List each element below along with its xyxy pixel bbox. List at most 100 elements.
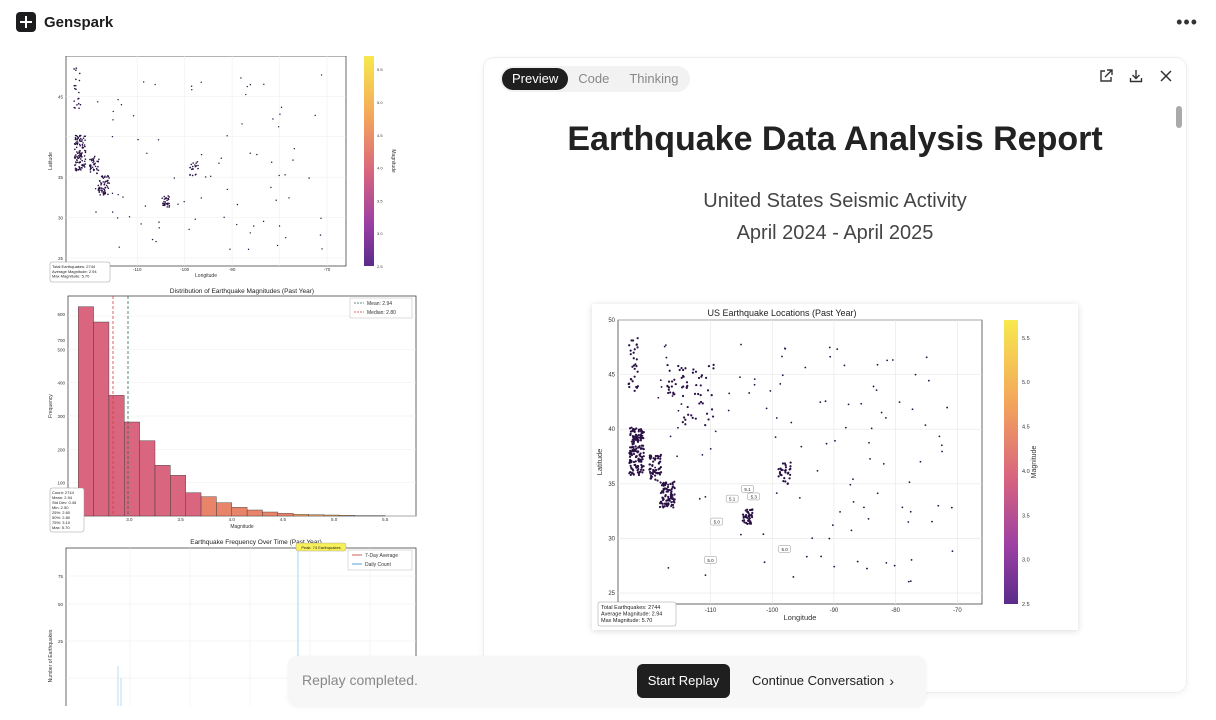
earthquake-point xyxy=(748,508,752,512)
earthquake-point xyxy=(780,468,783,471)
earthquake-point xyxy=(89,165,92,167)
main-map-colorbar-tick: 4.0 xyxy=(1022,469,1030,475)
earthquake-point xyxy=(925,356,928,359)
earthquake-point xyxy=(93,157,95,159)
earthquake-point xyxy=(79,103,82,106)
earthquake-point xyxy=(908,481,911,484)
earthquake-point xyxy=(629,473,632,477)
tab-thinking[interactable]: Thinking xyxy=(619,68,688,90)
earthquake-point xyxy=(262,220,265,223)
earthquake-point xyxy=(779,383,782,385)
earthquake-point xyxy=(106,182,109,184)
earthquake-point xyxy=(631,442,634,446)
earthquake-point xyxy=(694,370,698,373)
earthquake-point xyxy=(800,445,803,448)
earthquake-point xyxy=(669,495,673,498)
earthquake-point xyxy=(92,158,95,161)
main-map-xtick: -100 xyxy=(766,608,779,614)
earthquake-point xyxy=(144,205,147,207)
earthquake-point xyxy=(81,163,84,166)
earthquake-point xyxy=(704,376,708,379)
earthquake-point xyxy=(638,453,641,456)
main-map-annotation: 5.0 xyxy=(781,547,788,552)
earthquake-point xyxy=(780,474,783,477)
earthquake-point xyxy=(320,74,323,76)
open-external-icon[interactable] xyxy=(1098,68,1114,84)
report-date-range: April 2024 - April 2025 xyxy=(736,222,934,244)
earthquake-point xyxy=(746,522,749,525)
earthquake-point xyxy=(76,143,78,146)
earthquake-point xyxy=(924,424,927,427)
app-name: Genspark xyxy=(44,13,114,31)
earthquake-point xyxy=(670,501,673,504)
earthquake-point xyxy=(73,68,75,70)
earthquake-point xyxy=(677,364,680,368)
earthquake-point xyxy=(811,537,814,539)
earthquake-point xyxy=(652,457,655,460)
app-logo[interactable]: Genspark xyxy=(16,12,113,32)
report-scroll-panel[interactable]: Longitude Latitude -110 -100 -90 -70 45 35 30… xyxy=(30,56,436,706)
start-replay-button[interactable]: Start Replay xyxy=(637,664,730,698)
earthquake-point xyxy=(639,428,643,431)
earthquake-point xyxy=(657,396,660,399)
earthquake-point xyxy=(763,561,766,564)
earthquake-point xyxy=(97,184,100,187)
frequency-legend-daily: Daily Count xyxy=(365,562,391,568)
earthquake-point xyxy=(693,392,697,395)
earthquake-point xyxy=(677,426,679,429)
earthquake-point xyxy=(635,436,638,439)
left-map-stat: Max Magnitude: 5.70 xyxy=(52,274,90,279)
earthquake-point xyxy=(789,465,792,468)
earthquake-point xyxy=(819,401,822,403)
earthquake-point xyxy=(710,394,713,397)
earthquake-point xyxy=(659,481,662,484)
histogram-bar xyxy=(200,496,217,517)
download-icon[interactable] xyxy=(1128,68,1144,84)
tab-code[interactable]: Code xyxy=(568,68,619,90)
earthquake-point xyxy=(678,368,681,372)
earthquake-point xyxy=(79,154,82,156)
earthquake-point xyxy=(907,521,910,523)
earthquake-point xyxy=(75,67,78,69)
main-map-xtick: -70 xyxy=(953,608,962,614)
earthquake-point xyxy=(78,107,80,109)
close-icon[interactable] xyxy=(1158,68,1174,84)
earthquake-point xyxy=(852,478,854,481)
earthquake-point xyxy=(637,460,641,463)
earthquake-point xyxy=(630,426,633,429)
main-map-ylabel: Latitude xyxy=(595,449,604,476)
earthquake-point xyxy=(662,491,665,494)
more-options-icon[interactable]: ••• xyxy=(1176,12,1198,33)
chevron-right-icon: › xyxy=(889,673,894,689)
earthquake-point xyxy=(640,463,643,467)
earthquake-point xyxy=(236,203,239,206)
earthquake-point xyxy=(789,467,792,470)
earthquake-point xyxy=(200,153,203,156)
earthquake-point xyxy=(292,159,294,161)
earthquake-point xyxy=(637,457,640,460)
left-map-colorbar-tick: 4.0 xyxy=(377,166,383,171)
earthquake-point xyxy=(750,508,754,511)
earthquake-point xyxy=(285,236,287,239)
main-map-ytick: 30 xyxy=(608,536,615,542)
histogram-bar xyxy=(308,514,325,517)
earthquake-point xyxy=(673,493,676,496)
earthquake-point xyxy=(762,533,765,536)
main-map-ytick: 45 xyxy=(608,373,615,379)
earthquake-point xyxy=(662,482,665,485)
tab-preview[interactable]: Preview xyxy=(502,68,569,90)
earthquake-point xyxy=(674,382,677,386)
earthquake-point xyxy=(876,363,879,366)
earthquake-point xyxy=(635,358,638,361)
earthquake-point xyxy=(704,574,707,577)
earthquake-point xyxy=(677,409,680,412)
earthquake-point xyxy=(765,407,768,410)
earthquake-point xyxy=(886,359,889,362)
earthquake-point xyxy=(161,197,163,199)
earthquake-point xyxy=(637,430,640,433)
continue-conversation-button[interactable]: Continue Conversation › xyxy=(740,664,916,698)
earthquake-point xyxy=(673,378,676,381)
earthquake-point xyxy=(633,367,636,370)
earthquake-point xyxy=(869,457,871,460)
earthquake-point xyxy=(167,195,169,197)
